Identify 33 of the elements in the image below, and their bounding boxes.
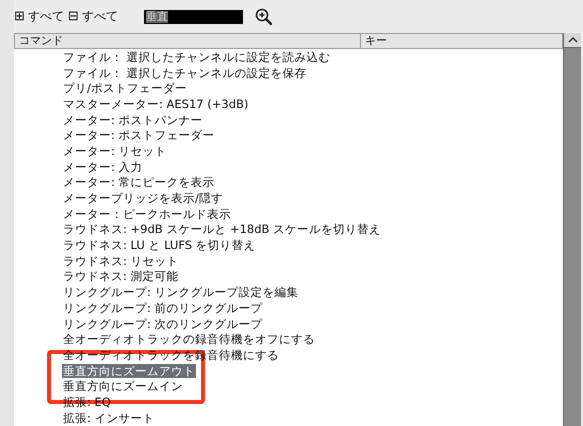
command-item[interactable]: リンクグループ: リンクグループ設定を編集 (62, 285, 300, 300)
command-item[interactable]: 拡張: インサート (62, 410, 156, 425)
command-item[interactable]: リンクグループ: 次のリンクグループ (62, 316, 264, 331)
command-item[interactable]: ラウドネス: 測定可能 (62, 269, 180, 284)
command-item[interactable]: メーター: 常にピークを表示 (62, 175, 216, 190)
command-item[interactable]: 全オーディオトラックの録音待機をオフにする (62, 332, 316, 346)
command-item[interactable]: メーターブリッジを表示/隠す (62, 191, 224, 206)
command-item[interactable]: メーター: ポストフェーダー (62, 128, 216, 142)
command-item[interactable]: ラウドネス: +9dB スケールと +18dB スケールを切り替え (62, 222, 382, 236)
command-item[interactable]: ファイル： 選択したチャンネルに設定を読み込む (62, 50, 332, 64)
expand-icon: ⊞ (14, 10, 25, 23)
command-item[interactable]: メーター：ピークホールド表示 (62, 206, 232, 221)
command-item[interactable]: メーター: リセット (62, 144, 168, 158)
column-header[interactable]: キー (361, 34, 562, 48)
command-item[interactable]: メーター: 入力 (62, 160, 144, 174)
command-item[interactable]: ラウドネス: LU と LUFS を切り替え (62, 238, 257, 252)
scroll-up-button[interactable] (564, 33, 581, 48)
command-item[interactable]: リンクグループ: 前のリンクグループ (62, 300, 264, 315)
scrollbar[interactable] (563, 33, 581, 426)
search-field[interactable]: 垂直 (144, 10, 243, 24)
column-header[interactable]: コマンド (15, 34, 361, 48)
command-item[interactable]: 垂直方向にズームアウト (62, 364, 196, 378)
command-item[interactable]: ラウドネス: リセット (62, 254, 180, 268)
command-item[interactable]: マスターメーター: AES17 (+3dB) (62, 96, 250, 111)
command-item[interactable]: メーター: ポストパンナー (62, 112, 204, 127)
collapse-icon: ⊟ (68, 10, 79, 23)
expand-all-button[interactable]: ⊞ すべて (14, 8, 68, 25)
command-item[interactable]: ファイル： 選択したチャンネルの設定を保存 (62, 66, 308, 80)
command-item[interactable]: プリ/ポストフェーダー (62, 81, 188, 96)
command-item[interactable]: 垂直方向にズームイン (62, 379, 184, 394)
zoom-in-icon[interactable] (254, 8, 272, 25)
caret-icon (568, 36, 578, 44)
collapse-all-button[interactable]: ⊟ すべて (68, 8, 122, 25)
